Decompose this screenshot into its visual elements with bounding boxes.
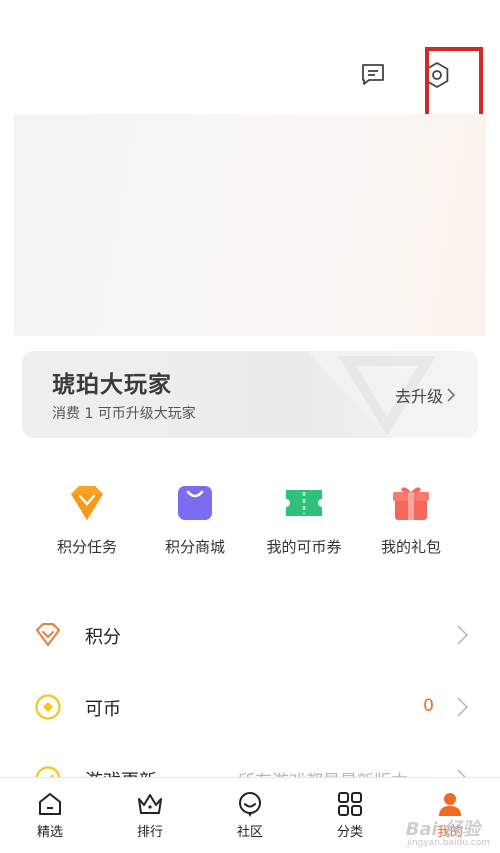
member-level-subtitle: 消费 1 可币升级大玩家 (52, 406, 196, 422)
ticket-icon (286, 490, 322, 516)
home-icon (39, 793, 61, 815)
tab-featured[interactable]: 精选 (0, 778, 100, 853)
coin-balance: 0 (423, 696, 434, 716)
list-item-coins[interactable]: 可币 0 (0, 679, 500, 735)
chevron-right-icon (457, 697, 468, 717)
member-card[interactable]: 琥珀大玩家 消费 1 可币升级大玩家 去升级 (22, 351, 478, 438)
gift-icon (393, 487, 429, 520)
profile-banner (14, 114, 486, 336)
quick-action-points-mall[interactable]: 积分商城 (140, 484, 250, 557)
quick-action-label: 我的可币券 (266, 538, 342, 556)
member-level-title: 琥珀大玩家 (52, 372, 172, 398)
chevron-right-icon (457, 625, 468, 645)
tab-label: 分类 (336, 825, 363, 840)
list-item-label: 积分 (85, 627, 121, 648)
tab-community[interactable]: 社区 (200, 778, 300, 853)
quick-action-label: 积分商城 (164, 538, 225, 556)
tab-categories[interactable]: 分类 (300, 778, 400, 853)
list-item-label: 可币 (85, 699, 121, 720)
quick-actions: 积分任务 积分商城 我的可币券 我的礼包 (0, 484, 500, 564)
person-icon (439, 793, 461, 816)
watermark-url: jingyan.baidu.com (406, 838, 490, 848)
coin-icon (35, 694, 61, 720)
tab-label: 排行 (136, 825, 163, 840)
diamond-icon (71, 486, 103, 520)
quick-action-my-coupons[interactable]: 我的可币券 (249, 484, 359, 557)
upgrade-label: 去升级 (394, 387, 443, 406)
tab-label: 社区 (236, 825, 263, 840)
chat-bubble-icon (239, 792, 261, 817)
tab-label: 精选 (36, 825, 63, 840)
tab-ranking[interactable]: 排行 (100, 778, 200, 853)
crown-icon (138, 794, 162, 814)
chevron-right-icon (447, 388, 456, 402)
quick-action-label: 积分任务 (56, 538, 117, 556)
profile-page: 琥珀大玩家 消费 1 可币升级大玩家 去升级 积分任务 积分商城 我的可币券 我… (0, 0, 500, 853)
message-icon[interactable] (360, 63, 386, 87)
diamond-outline-icon (36, 623, 60, 646)
upgrade-link[interactable]: 去升级 (395, 383, 456, 407)
list-item-points[interactable]: 积分 (0, 607, 500, 663)
grid-icon (338, 792, 362, 816)
quick-action-my-gifts[interactable]: 我的礼包 (356, 484, 466, 557)
shopping-bag-icon (178, 486, 212, 520)
quick-action-label: 我的礼包 (380, 538, 441, 556)
quick-action-points-tasks[interactable]: 积分任务 (32, 484, 142, 557)
